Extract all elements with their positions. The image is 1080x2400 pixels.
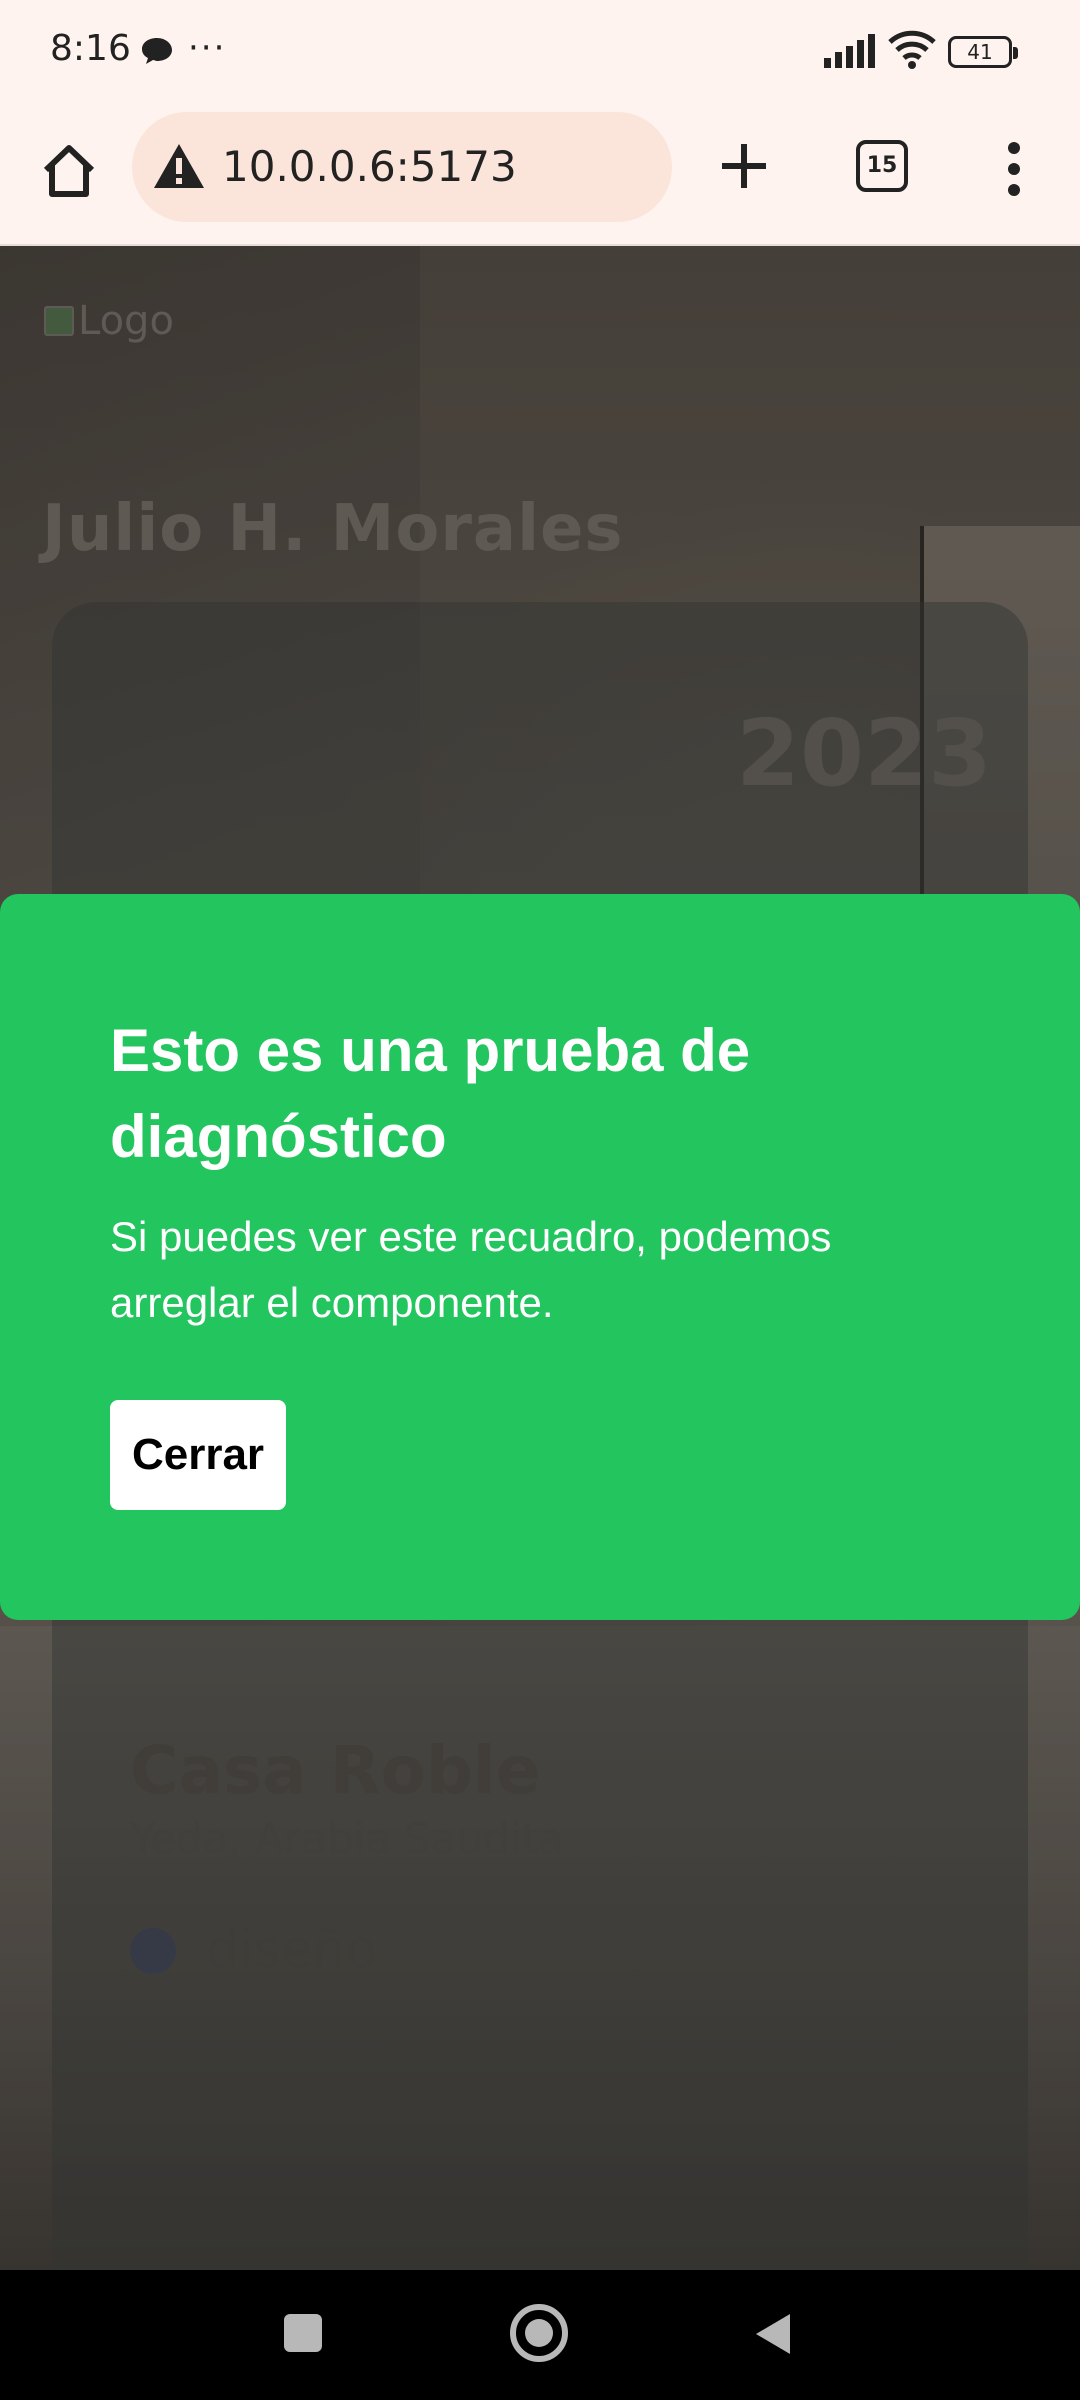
menu-icon[interactable] [1000, 140, 1028, 198]
url-bar[interactable]: 10.0.0.6:5173 [132, 112, 672, 222]
navigation-bar [0, 2270, 1080, 2400]
status-bar: 8:16 ··· 41 [0, 0, 1080, 104]
wifi-icon [888, 30, 936, 74]
url-text[interactable]: 10.0.0.6:5173 [222, 142, 517, 191]
new-tab-icon[interactable] [716, 138, 772, 194]
home-circle-icon[interactable] [508, 2302, 570, 2364]
battery-icon: 41 [948, 36, 1018, 68]
more-notifications-icon: ··· [188, 28, 227, 68]
signal-icon [824, 34, 876, 72]
browser-toolbar: 10.0.0.6:5173 15 [0, 104, 1080, 246]
status-time: 8:16 [50, 28, 131, 69]
modal-body: Si puedes ver este recuadro, podemos arr… [110, 1213, 832, 1326]
home-icon[interactable] [38, 140, 100, 202]
diagnostic-modal: Esto es una prueba de diagnóstico Si pue… [0, 894, 1080, 1620]
close-button[interactable]: Cerrar [110, 1400, 286, 1510]
recents-icon[interactable] [284, 2314, 322, 2352]
back-icon[interactable] [752, 2312, 792, 2356]
modal-title: Esto es una prueba de diagnóstico [110, 1017, 751, 1170]
chat-bubble-icon [140, 36, 174, 70]
warning-icon[interactable] [152, 142, 206, 190]
tab-switcher-button[interactable]: 15 [856, 140, 908, 192]
